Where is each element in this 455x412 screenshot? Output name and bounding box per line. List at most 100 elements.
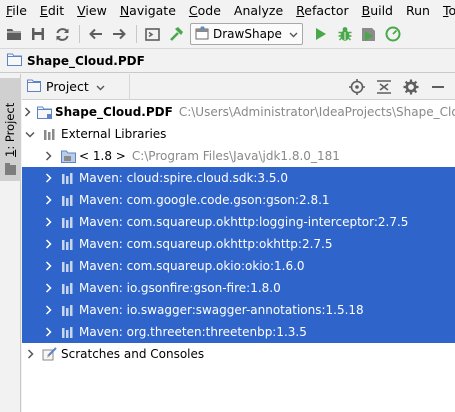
view-selector[interactable]: Project	[22, 73, 130, 100]
tool-window-strip: 1: Project	[0, 74, 21, 412]
toolbar-separator	[136, 25, 137, 43]
project-panel: Project Shape_Cloud.PDF C:\Users\Adminis…	[22, 73, 455, 412]
library-bars-icon	[60, 214, 76, 230]
external-libraries-label: External Libraries	[61, 127, 167, 141]
menu-label: ode	[197, 3, 221, 18]
menu-label: Analyze	[233, 3, 284, 18]
chevron-down-icon	[289, 27, 298, 41]
tree-row-project[interactable]: Shape_Cloud.PDF C:\Users\Administrator\I…	[22, 101, 455, 123]
library-bars-icon	[60, 258, 76, 274]
menu-label: iew	[85, 3, 107, 18]
menu-edit[interactable]: Edit	[40, 3, 64, 18]
save-icon[interactable]	[28, 24, 48, 44]
folder-open-icon[interactable]	[4, 24, 24, 44]
collapse-all-icon[interactable]	[375, 78, 393, 96]
back-arrow-icon[interactable]	[85, 24, 105, 44]
tree-row-maven-library[interactable]: Maven: com.squareup.okhttp:okhttp:2.7.5	[22, 233, 455, 255]
project-tool-tab[interactable]: 1: Project	[0, 78, 21, 181]
project-folder-icon	[7, 53, 22, 69]
library-bars-icon	[42, 126, 58, 142]
chevron-right-icon[interactable]	[42, 150, 54, 162]
chevron-right-icon[interactable]	[42, 216, 54, 228]
tree-row-external-libraries[interactable]: External Libraries	[22, 123, 455, 145]
tree-row-maven-library[interactable]: Maven: cloud:spire.cloud.sdk:3.5.0	[22, 167, 455, 189]
menu-label: dit	[47, 3, 65, 18]
menu-tools[interactable]: Tools	[443, 3, 455, 18]
menu-mnemonic: B	[361, 3, 371, 18]
project-path: C:\Users\Administrator\IdeaProjects\Shap…	[178, 105, 455, 119]
library-bars-icon	[60, 302, 76, 318]
jdk-label: < 1.8 >	[79, 149, 126, 163]
menu-mnemonic: N	[119, 3, 130, 18]
coverage-icon[interactable]	[359, 24, 379, 44]
menu-label: Run	[406, 3, 430, 18]
maven-library-label: Maven: io.swagger:swagger-annotations:1.…	[79, 303, 364, 317]
maven-library-label: Maven: com.squareup.okio:okio:1.6.0	[79, 259, 305, 273]
menu-label: uild	[370, 3, 393, 18]
menu-build[interactable]: Build	[362, 3, 393, 18]
sync-icon[interactable]	[52, 24, 72, 44]
chevron-right-icon[interactable]	[42, 238, 54, 250]
scratches-icon	[42, 346, 58, 362]
maven-library-label: Maven: io.gsonfire:gson-fire:1.8.0	[79, 281, 281, 295]
menu-analyze[interactable]: Analyze	[234, 3, 283, 18]
tree-row-maven-library[interactable]: Maven: com.squareup.okhttp:logging-inter…	[22, 211, 455, 233]
maven-library-label: Maven: com.squareup.okhttp:logging-inter…	[79, 215, 409, 229]
library-bars-icon	[60, 236, 76, 252]
menu-refactor[interactable]: Refactor	[296, 3, 348, 18]
hammer-icon[interactable]	[166, 24, 186, 44]
menu-label: ools	[448, 3, 455, 18]
module-folder-icon	[37, 104, 52, 120]
library-bars-icon	[60, 324, 76, 340]
toolbar-separator	[79, 25, 80, 43]
library-bars-icon	[60, 280, 76, 296]
menu-bar: File Edit View Navigate Code Analyze Refactor B…	[0, 0, 455, 21]
run-icon[interactable]	[311, 24, 331, 44]
terminal-icon[interactable]	[142, 24, 162, 44]
maven-library-label: Maven: cloud:spire.cloud.sdk:3.5.0	[79, 171, 288, 185]
chevron-right-icon[interactable]	[24, 348, 36, 360]
menu-file[interactable]: File	[6, 3, 27, 18]
menu-code[interactable]: Code	[189, 3, 221, 18]
scratches-label: Scratches and Consoles	[61, 347, 205, 361]
tree-row-scratches[interactable]: Scratches and Consoles	[22, 343, 455, 365]
project-name: Shape_Cloud.PDF	[55, 105, 173, 119]
jdk-folder-icon	[60, 148, 76, 164]
chevron-right-icon[interactable]	[42, 172, 54, 184]
main-toolbar: DrawShape	[0, 21, 455, 47]
maven-library-label: Maven: com.squareup.okhttp:okhttp:2.7.5	[79, 237, 333, 251]
tree-row-maven-library[interactable]: Maven: io.gsonfire:gson-fire:1.8.0	[22, 277, 455, 299]
run-configuration-select[interactable]: DrawShape	[190, 23, 303, 45]
run-config-icon	[195, 26, 209, 43]
menu-view[interactable]: View	[77, 3, 107, 18]
maven-library-label: Maven: org.threeten:threetenbp:1.3.5	[79, 325, 307, 339]
locate-target-icon[interactable]	[348, 78, 366, 96]
chevron-right-icon[interactable]	[42, 282, 54, 294]
gear-icon[interactable]	[402, 78, 420, 96]
menu-navigate[interactable]: Navigate	[120, 3, 176, 18]
chevron-down-icon	[96, 80, 105, 94]
debug-icon[interactable]	[335, 24, 355, 44]
tree-row-jdk[interactable]: < 1.8 > C:\Program Files\Java\jdk1.8.0_1…	[22, 145, 455, 167]
tree-row-maven-library[interactable]: Maven: com.squareup.okio:okio:1.6.0	[22, 255, 455, 277]
chevron-right-icon[interactable]	[42, 260, 54, 272]
breadcrumb[interactable]: Shape_Cloud.PDF	[27, 54, 145, 68]
project-tool-tab-label: 1: Project	[3, 102, 17, 157]
chevron-right-icon[interactable]	[42, 326, 54, 338]
view-label: Project	[46, 79, 89, 94]
tree-row-maven-library[interactable]: Maven: org.threeten:threetenbp:1.3.5	[22, 321, 455, 343]
chevron-down-icon[interactable]	[24, 128, 36, 140]
panel-header: Project	[22, 73, 455, 100]
hide-panel-icon[interactable]	[429, 78, 447, 96]
menu-run[interactable]: Run	[406, 3, 430, 18]
project-view-icon	[27, 79, 41, 95]
chevron-right-icon[interactable]	[24, 106, 31, 118]
forward-arrow-icon[interactable]	[109, 24, 129, 44]
menu-label: ile	[12, 3, 27, 18]
navigation-bar: Shape_Cloud.PDF	[0, 48, 455, 73]
profile-icon[interactable]	[383, 24, 403, 44]
chevron-right-icon[interactable]	[42, 304, 54, 316]
tree-row-maven-library[interactable]: Maven: com.google.code.gson:gson:2.8.1	[22, 189, 455, 211]
tree-row-maven-library[interactable]: Maven: io.swagger:swagger-annotations:1.…	[22, 299, 455, 321]
chevron-right-icon[interactable]	[42, 194, 54, 206]
